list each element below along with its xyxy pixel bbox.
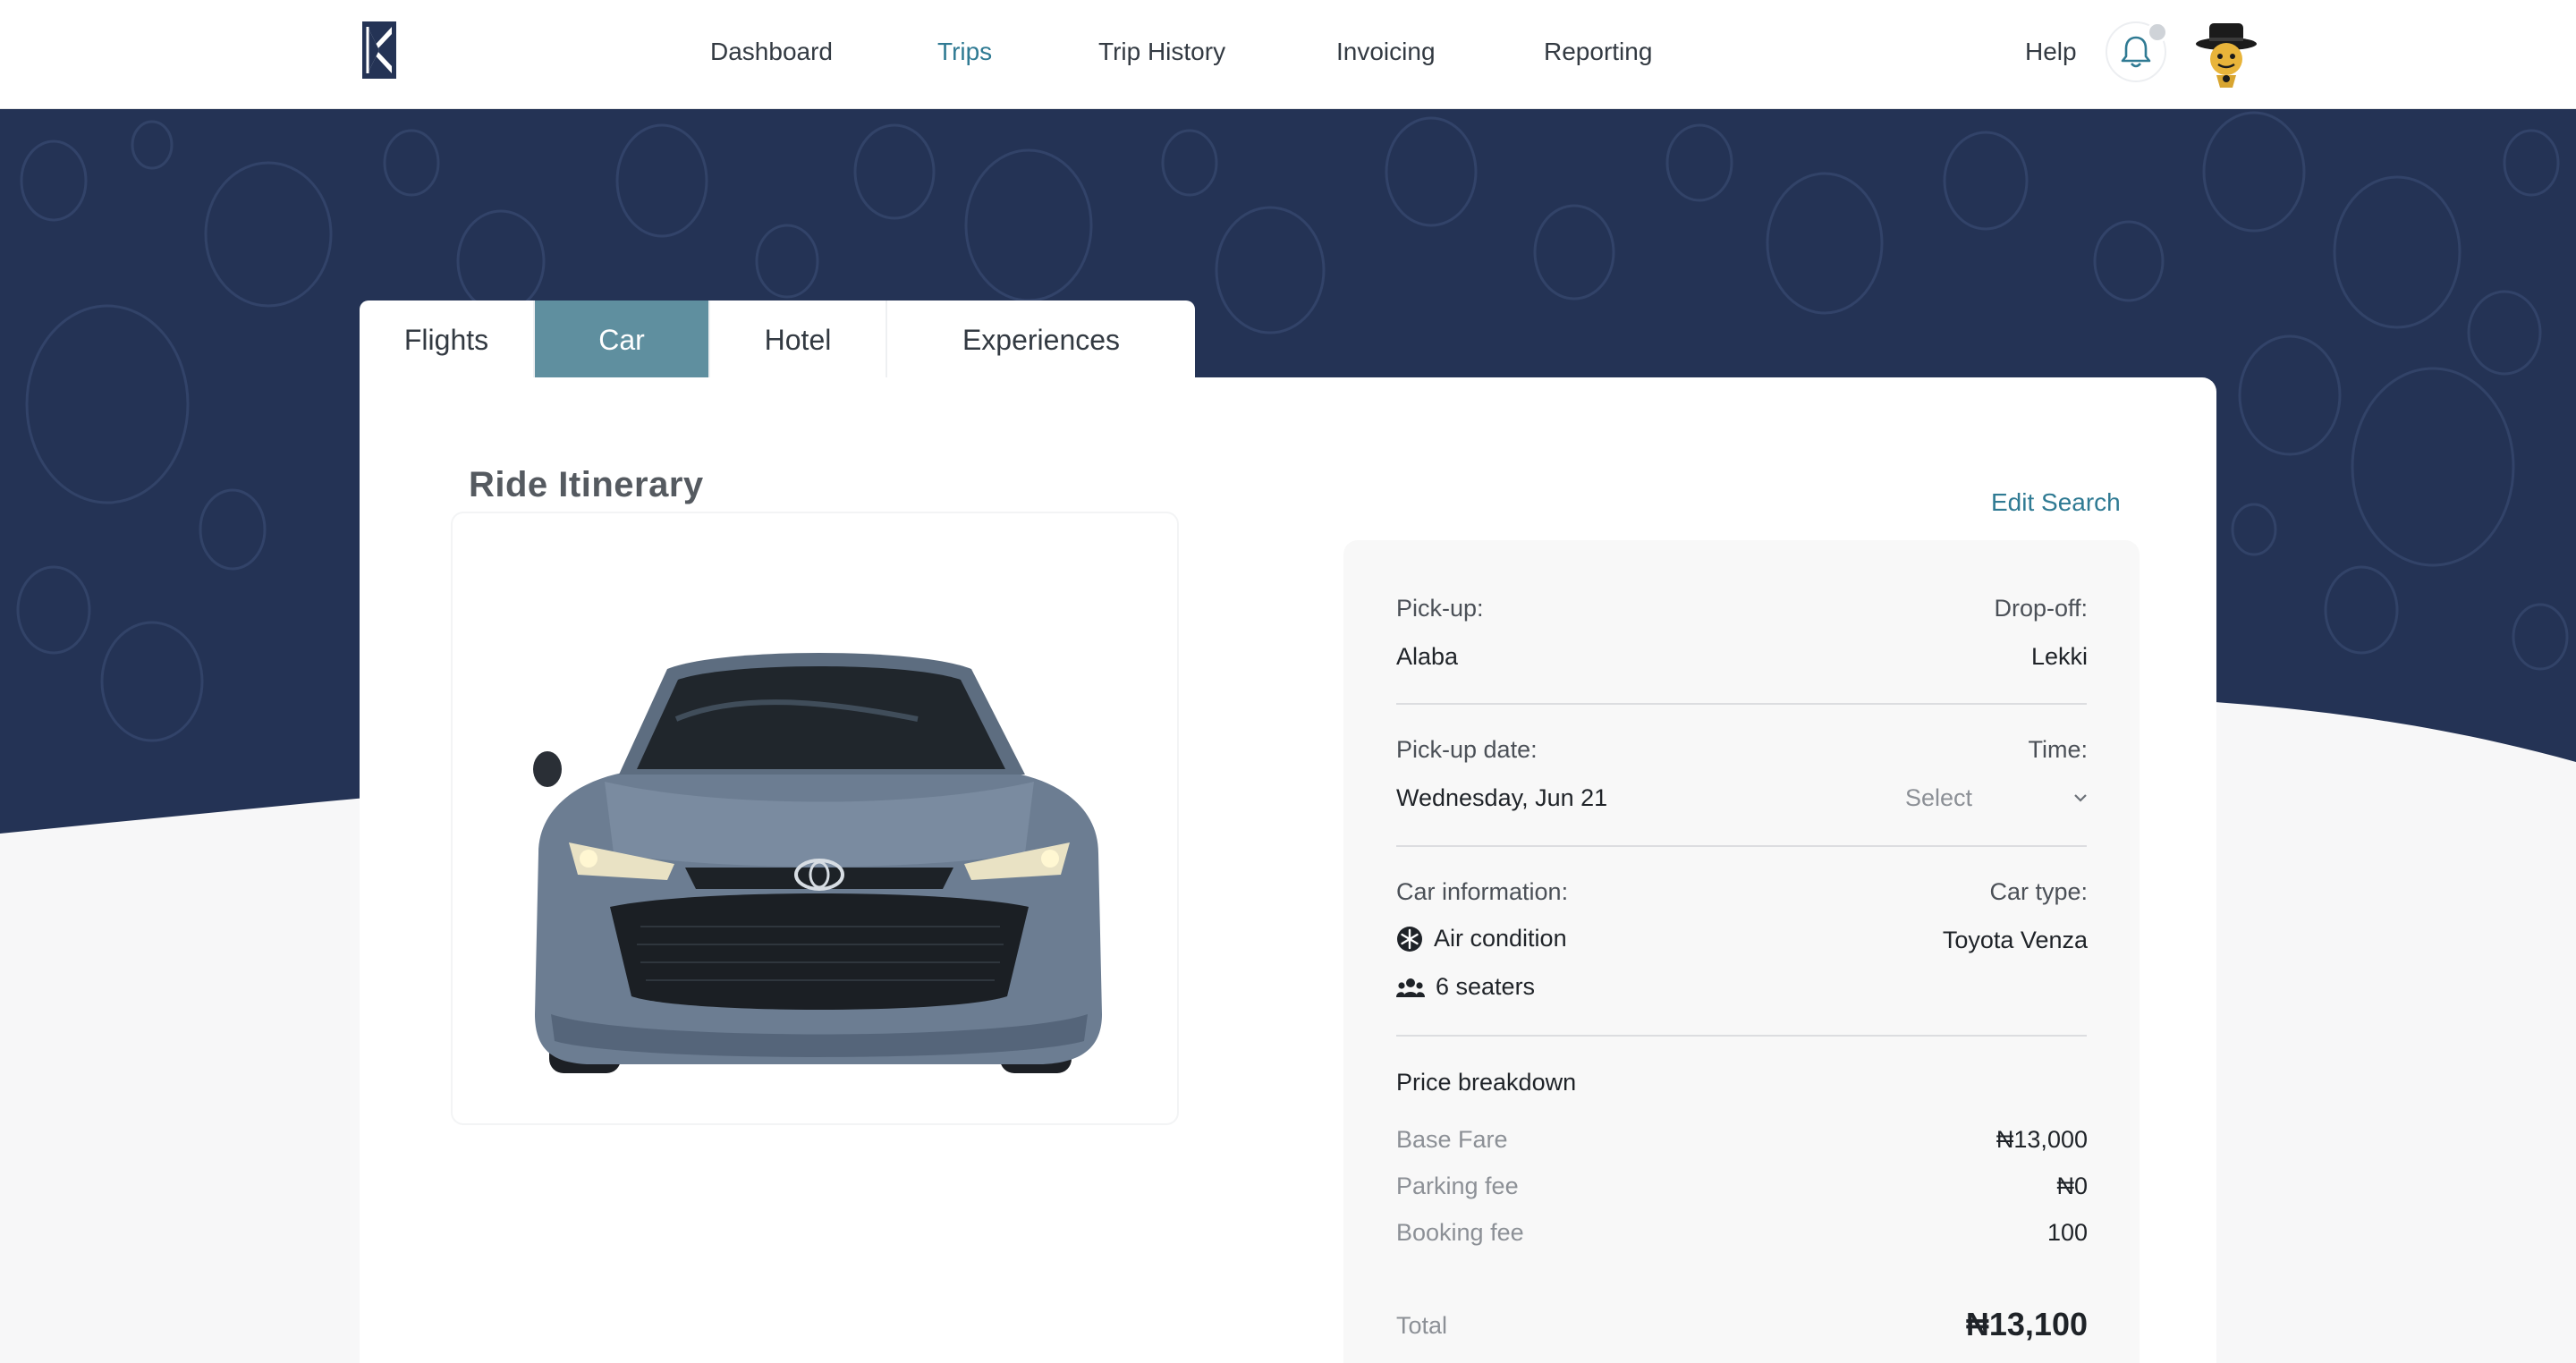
pickup-date-value: Wednesday, Jun 21 [1396,784,1608,811]
snowflake-icon [1397,926,1422,952]
nav-dashboard[interactable]: Dashboard [710,38,833,66]
notification-indicator [2147,21,2168,43]
price-row-value: ₦13,000 [1996,1126,2088,1153]
tab-experiences[interactable]: Experiences [887,301,1195,379]
car-image [533,653,1102,1073]
price-row-value: ₦0 [2056,1173,2088,1199]
price-row-label: Parking fee [1396,1173,1519,1199]
feature-label: 6 seaters [1436,973,1536,1000]
bell-icon [2121,36,2151,68]
edit-search-link[interactable]: Edit Search [1991,488,2121,517]
tab-car[interactable]: Car [535,301,710,379]
avatar[interactable] [2193,20,2259,88]
booking-type-tabs: Flights Car Hotel Experiences [360,301,1195,379]
price-row-label: Booking fee [1396,1219,1524,1246]
help-link[interactable]: Help [2025,38,2077,66]
time-select-placeholder: Select [1905,783,1973,811]
car-image-frame [451,512,1179,1125]
feature-seats: 6 seaters [1396,973,1535,1001]
page-title: Ride Itinerary [469,465,704,504]
car-type-value: Toyota Venza [1942,927,2088,953]
top-navigation-bar: Dashboard Trips Trip History Invoicing R… [0,0,2576,109]
dropoff-value: Lekki [2030,643,2088,670]
total-label: Total [1396,1312,1448,1339]
divider [1396,845,2087,847]
car-type-label: Car type: [1989,878,2088,905]
dropoff-label: Drop-off: [1994,595,2088,622]
main-navigation: Dashboard Trips Trip History Invoicing R… [0,0,2576,109]
nav-trips[interactable]: Trips [937,38,992,66]
nav-invoicing[interactable]: Invoicing [1336,38,1436,66]
price-row-label: Base Fare [1396,1126,1508,1153]
time-select[interactable]: Select [1905,780,2088,816]
feature-label: Air condition [1434,925,1567,952]
divider [1396,703,2087,705]
tab-hotel[interactable]: Hotel [710,301,887,379]
price-breakdown-heading: Price breakdown [1396,1069,1577,1096]
feature-air-condition: Air condition [1396,925,1567,952]
pickup-value: Alaba [1396,643,1459,670]
chevron-down-icon [2074,794,2087,802]
total-value: ₦13,100 [1965,1306,2088,1342]
pickup-label: Pick-up: [1396,595,1484,622]
car-information-label: Car information: [1396,878,1569,905]
pickup-date-label: Pick-up date: [1396,736,1538,763]
price-row-value: 100 [2046,1219,2088,1246]
divider [1396,1035,2087,1037]
tab-flights[interactable]: Flights [360,301,535,379]
nav-reporting[interactable]: Reporting [1544,38,1652,66]
nav-trip-history[interactable]: Trip History [1098,38,1225,66]
people-icon [1396,978,1425,997]
time-label: Time: [2028,736,2089,763]
